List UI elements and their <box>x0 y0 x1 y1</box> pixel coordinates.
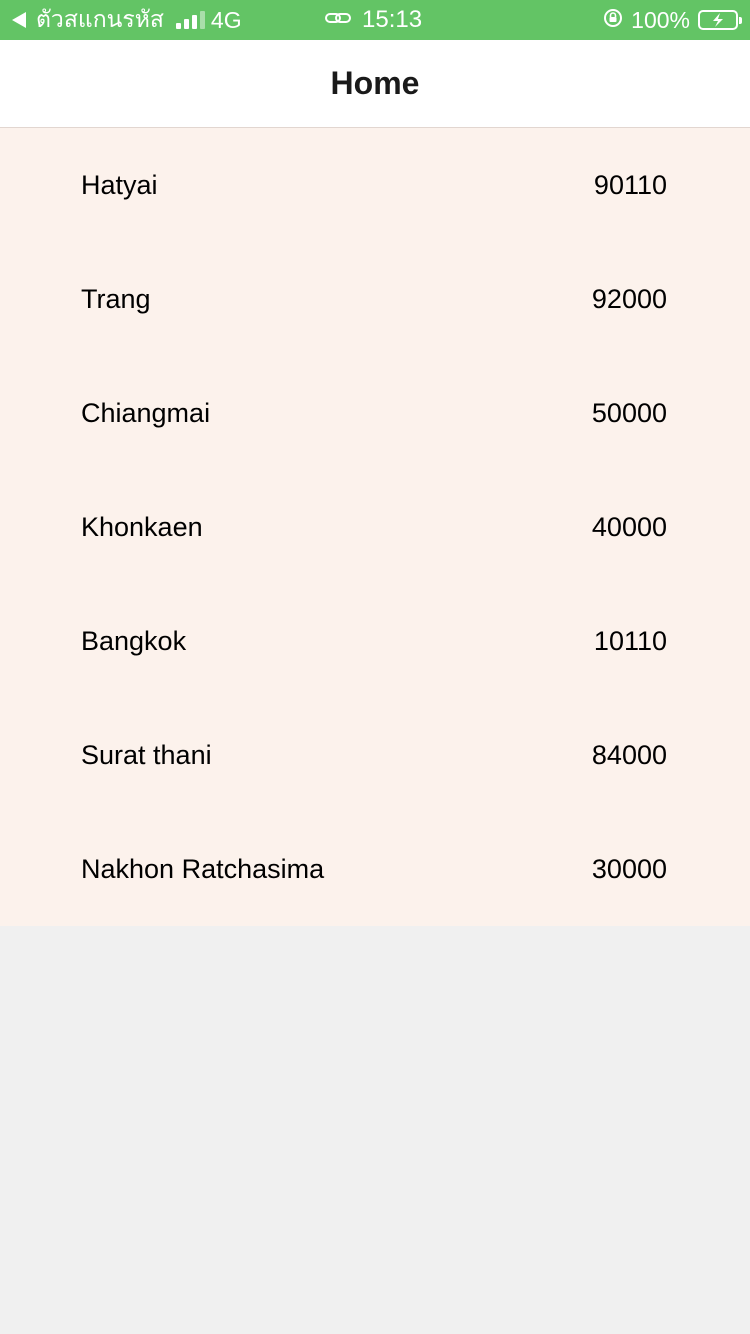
list-item-code: 10110 <box>593 625 667 656</box>
list-item-name: Hatyai <box>81 169 158 200</box>
list-item[interactable]: Bangkok 10110 <box>0 584 750 698</box>
list-item-name: Nakhon Ratchasima <box>81 853 325 884</box>
back-app-label[interactable]: ตัวสแกนรหัส <box>36 2 164 38</box>
list-item-code: 92000 <box>591 283 667 314</box>
status-bar-left: ตัวสแกนรหัส 4G <box>12 0 242 40</box>
clock: 15:13 <box>362 6 423 33</box>
list-item-code: 50000 <box>591 397 667 428</box>
list-item-name: Trang <box>81 283 151 314</box>
list-item[interactable]: Hatyai 90110 <box>0 128 750 242</box>
link-icon <box>324 6 352 34</box>
list-item-code: 40000 <box>591 511 667 542</box>
status-bar: ตัวสแกนรหัส 4G 15:13 100% <box>0 0 750 40</box>
list-item[interactable]: Surat thani 84000 <box>0 698 750 812</box>
signal-icon <box>175 11 205 29</box>
list-item-name: Surat thani <box>81 739 212 770</box>
list-item[interactable]: Nakhon Ratchasima 30000 <box>0 812 750 926</box>
list-item-name: Khonkaen <box>81 511 203 542</box>
list-item-code: 90110 <box>593 169 667 200</box>
status-bar-right: 100% <box>603 0 742 40</box>
page-title: Home <box>330 65 420 101</box>
network-type: 4G <box>210 6 242 33</box>
list-item[interactable]: Trang 92000 <box>0 242 750 356</box>
list-item-name: Bangkok <box>81 625 187 656</box>
navigation-bar: Home <box>0 40 750 128</box>
list-item-name: Chiangmai <box>81 397 211 428</box>
list-item[interactable]: Chiangmai 50000 <box>0 356 750 470</box>
list-item[interactable]: Khonkaen 40000 <box>0 470 750 584</box>
battery-percent: 100% <box>631 6 690 33</box>
back-arrow-icon[interactable] <box>12 12 26 28</box>
list-item-code: 30000 <box>591 853 667 884</box>
status-bar-center: 15:13 <box>324 0 422 40</box>
list-item-code: 84000 <box>591 739 667 770</box>
battery-charging-icon <box>698 10 742 30</box>
location-list: Hatyai 90110 Trang 92000 Chiangmai 50000… <box>0 128 750 926</box>
rotation-lock-icon <box>603 7 623 34</box>
